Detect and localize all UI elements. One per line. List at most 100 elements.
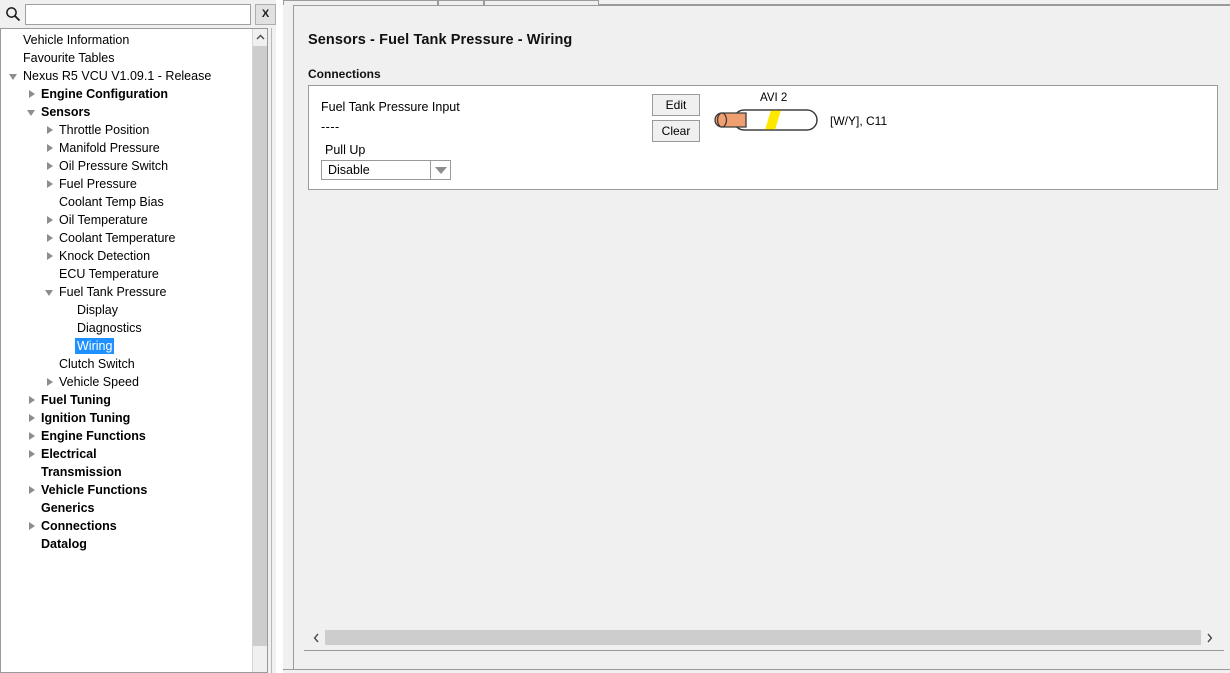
panel-splitter[interactable] (269, 28, 275, 673)
tree-item-coolant-temp-bias[interactable]: Coolant Temp Bias (1, 193, 252, 211)
tree-item-label: Fuel Pressure (59, 177, 137, 191)
tree-item-engine-functions[interactable]: Engine Functions (1, 427, 252, 445)
clear-connection-button[interactable]: Clear (652, 120, 700, 142)
tree-item-coolant-temperature[interactable]: Coolant Temperature (1, 229, 252, 247)
tree-item-sensors[interactable]: Sensors (1, 103, 252, 121)
application-window: X Vehicle Information Favourite Tables Nex… (0, 0, 1230, 673)
tree-item-label: Vehicle Functions (41, 483, 148, 497)
tree-item-label: Transmission (41, 465, 122, 479)
search-input[interactable] (24, 3, 252, 25)
wire-diagram-group: AVI 2 [W/Y], C11 (714, 90, 1014, 150)
wire-icon (714, 109, 818, 131)
search-icon (2, 0, 24, 28)
chevron-right-icon[interactable] (25, 85, 39, 103)
content-horizontal-scrollbar[interactable] (308, 629, 1218, 646)
chevron-right-icon[interactable] (43, 373, 57, 391)
content-bottom-divider (304, 650, 1224, 651)
connections-box: Fuel Tank Pressure Input ---- Pull Up Di… (308, 85, 1218, 190)
connection-name: Fuel Tank Pressure Input (321, 100, 460, 114)
tree-item-wiring[interactable]: Wiring (1, 337, 252, 355)
tree-item-label: Electrical (41, 447, 97, 461)
tree-item-ecu-temperature[interactable]: ECU Temperature (1, 265, 252, 283)
chevron-down-icon[interactable] (430, 161, 450, 179)
window-bottom-divider (283, 669, 1230, 670)
edit-button[interactable]: Edit (652, 94, 700, 116)
tree-item-label: Coolant Temp Bias (59, 195, 164, 209)
tree-item-datalog[interactable]: Datalog (1, 535, 252, 553)
scroll-up-icon[interactable] (253, 29, 267, 45)
content-area: Sensors - Fuel Tank Pressure - Wiring Co… (304, 17, 1224, 661)
tree-item-diagnostics[interactable]: Diagnostics (1, 319, 252, 337)
tree-item-favourite-tables[interactable]: Favourite Tables (1, 49, 252, 67)
tree-item-display[interactable]: Display (1, 301, 252, 319)
tree-item-nexus-r5-vcu-v1-09-1-release[interactable]: Nexus R5 VCU V1.09.1 - Release (1, 67, 252, 85)
tree-container: Vehicle Information Favourite Tables Nexus… (0, 28, 268, 673)
chevron-right-icon[interactable] (43, 247, 57, 265)
tree-vertical-scrollbar[interactable] (252, 29, 267, 672)
pullup-selected-value: Disable (328, 163, 370, 177)
scroll-right-icon[interactable] (1201, 629, 1218, 646)
tree-item-label: Datalog (41, 537, 87, 551)
tree-item-manifold-pressure[interactable]: Manifold Pressure (1, 139, 252, 157)
tree-item-label: Oil Pressure Switch (59, 159, 169, 173)
chevron-right-icon[interactable] (25, 391, 39, 409)
tree-item-vehicle-information[interactable]: Vehicle Information (1, 31, 252, 49)
chevron-right-icon[interactable] (25, 427, 39, 445)
tree-item-fuel-pressure[interactable]: Fuel Pressure (1, 175, 252, 193)
chevron-right-icon[interactable] (25, 445, 39, 463)
main-panel: Sensors - Fuel Tank Pressure - Wiring Co… (283, 0, 1230, 673)
tree-item-connections[interactable]: Connections (1, 517, 252, 535)
tree-item-label: Nexus R5 VCU V1.09.1 - Release (23, 69, 212, 83)
tree-item-label: Wiring (75, 338, 115, 354)
tree-item-electrical[interactable]: Electrical (1, 445, 252, 463)
chevron-right-icon[interactable] (43, 175, 57, 193)
tree-item-label: Coolant Temperature (59, 231, 176, 245)
tree-item-fuel-tuning[interactable]: Fuel Tuning (1, 391, 252, 409)
tree-item-vehicle-functions[interactable]: Vehicle Functions (1, 481, 252, 499)
chevron-down-icon[interactable] (25, 103, 39, 121)
tree-item-vehicle-speed[interactable]: Vehicle Speed (1, 373, 252, 391)
tree-item-label: Vehicle Speed (59, 375, 139, 389)
scroll-thumb[interactable] (253, 46, 267, 646)
scroll-left-icon[interactable] (308, 629, 325, 646)
tree-item-knock-detection[interactable]: Knock Detection (1, 247, 252, 265)
tree-item-generics[interactable]: Generics (1, 499, 252, 517)
chevron-right-icon[interactable] (43, 229, 57, 247)
tree-item-label: Fuel Tuning (41, 393, 111, 407)
pullup-select[interactable]: Disable (321, 160, 451, 180)
tree-item-label: Engine Functions (41, 429, 146, 443)
search-bar: X (0, 0, 276, 28)
tree-item-oil-pressure-switch[interactable]: Oil Pressure Switch (1, 157, 252, 175)
chevron-right-icon[interactable] (25, 481, 39, 499)
tree-item-clutch-switch[interactable]: Clutch Switch (1, 355, 252, 373)
tree-item-engine-configuration[interactable]: Engine Configuration (1, 85, 252, 103)
chevron-right-icon[interactable] (43, 139, 57, 157)
chevron-right-icon[interactable] (43, 121, 57, 139)
clear-search-button[interactable]: X (255, 3, 276, 25)
wire-code-label: [W/Y], C11 (830, 114, 888, 128)
chevron-down-icon[interactable] (7, 67, 21, 85)
chevron-right-icon[interactable] (25, 517, 39, 535)
horizontal-scroll-thumb[interactable] (325, 630, 1201, 645)
tree-item-label: Display (77, 303, 118, 317)
tree-item-label: Diagnostics (77, 321, 142, 335)
tree-item-fuel-tank-pressure[interactable]: Fuel Tank Pressure (1, 283, 252, 301)
tree-item-label: Oil Temperature (59, 213, 148, 227)
tree-item-oil-temperature[interactable]: Oil Temperature (1, 211, 252, 229)
tree-item-label: Ignition Tuning (41, 411, 131, 425)
chevron-right-icon[interactable] (43, 211, 57, 229)
tree-item-throttle-position[interactable]: Throttle Position (1, 121, 252, 139)
tree-item-label: Knock Detection (59, 249, 151, 263)
tree-item-transmission[interactable]: Transmission (1, 463, 252, 481)
tree-item-ignition-tuning[interactable]: Ignition Tuning (1, 409, 252, 427)
chevron-right-icon[interactable] (25, 409, 39, 427)
chevron-down-icon[interactable] (43, 283, 57, 301)
page-title: Sensors - Fuel Tank Pressure - Wiring (308, 32, 573, 48)
navigation-panel: X Vehicle Information Favourite Tables Nex… (0, 0, 276, 673)
chevron-right-icon[interactable] (43, 157, 57, 175)
